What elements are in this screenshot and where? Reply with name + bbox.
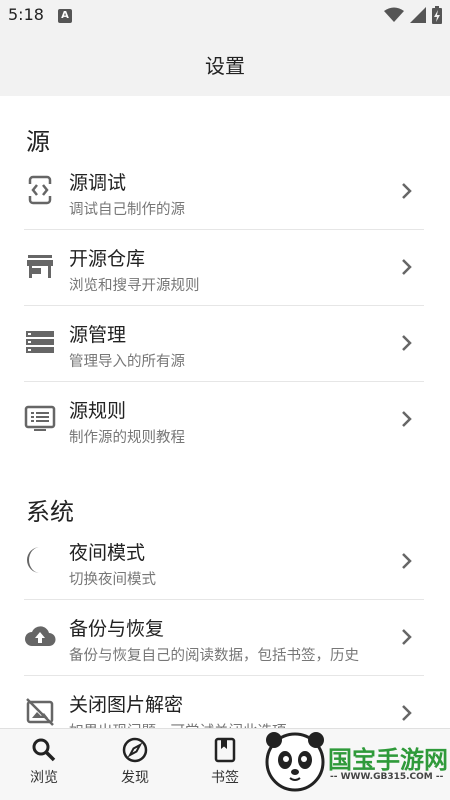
list-storage-icon — [26, 331, 54, 353]
wifi-icon — [384, 7, 404, 22]
item-subtitle: 制作源的规则教程 — [69, 430, 185, 446]
item-subtitle: 调试自己制作的源 — [69, 202, 185, 218]
section-header-source: 源 — [26, 128, 50, 156]
battery-icon — [432, 6, 442, 24]
status-time: 5:18 — [8, 5, 44, 24]
section-header-system: 系统 — [26, 498, 74, 526]
signal-icon — [410, 7, 426, 23]
chevron-right-icon — [402, 411, 412, 427]
code-brackets-icon — [28, 175, 52, 205]
item-subtitle: 如果出现问题，可尝试关闭此选项 — [69, 720, 287, 728]
item-title: 源管理 — [69, 324, 127, 346]
moon-icon — [27, 547, 40, 573]
nav-tab-bookmarks[interactable]: 书签 — [195, 737, 255, 793]
settings-item-source-rules[interactable]: 源规则 制作源的规则教程 — [24, 382, 424, 458]
item-subtitle: 备份与恢复自己的阅读数据，包括书签，历史 — [69, 648, 359, 664]
status-icons — [384, 6, 442, 24]
store-icon — [27, 255, 53, 278]
settings-item-night-mode[interactable]: 夜间模式 切换夜间模式 — [24, 524, 424, 600]
app-bar: 设置 — [0, 32, 450, 96]
chevron-right-icon — [402, 629, 412, 645]
nav-label: 书签 — [211, 770, 239, 786]
document-icon — [24, 405, 56, 431]
item-subtitle: 切换夜间模式 — [69, 572, 156, 588]
bookmark-icon — [214, 737, 236, 763]
status-bar: 5:18 A — [0, 0, 450, 32]
item-title: 源规则 — [69, 400, 127, 422]
watermark-text: 国宝手游网 — [328, 746, 448, 774]
settings-item-source-debug[interactable]: 源调试 调试自己制作的源 — [24, 154, 424, 230]
compass-icon — [122, 737, 148, 763]
settings-list[interactable]: 源 源调试 调试自己制作的源 开源仓库 浏览和搜寻开源规则 源管理 管理导入的所… — [0, 96, 450, 728]
item-subtitle: 浏览和搜寻开源规则 — [69, 278, 200, 294]
item-title: 备份与恢复 — [69, 618, 165, 640]
panda-logo-icon — [265, 732, 325, 792]
nav-tab-discover[interactable]: 发现 — [105, 737, 165, 793]
settings-item-source-manage[interactable]: 源管理 管理导入的所有源 — [24, 306, 424, 382]
nav-label: 发现 — [121, 770, 149, 786]
settings-item-backup-restore[interactable]: 备份与恢复 备份与恢复自己的阅读数据，包括书签，历史 — [24, 600, 424, 676]
nav-label: 浏览 — [30, 770, 58, 786]
settings-item-open-repo[interactable]: 开源仓库 浏览和搜寻开源规则 — [24, 230, 424, 306]
search-icon — [32, 738, 56, 762]
item-title: 源调试 — [69, 172, 127, 194]
watermark-logo: 国宝手游网 -- WWW.GB315.COM -- — [260, 720, 450, 800]
page-title: 设置 — [205, 54, 245, 78]
item-title: 开源仓库 — [69, 248, 146, 270]
nav-tab-browse[interactable]: 浏览 — [14, 737, 74, 793]
chevron-right-icon — [402, 553, 412, 569]
chevron-right-icon — [402, 335, 412, 351]
notification-badge-icon: A — [58, 9, 72, 23]
watermark-url: -- WWW.GB315.COM -- — [330, 772, 444, 782]
cloud-upload-icon — [25, 626, 56, 646]
chevron-right-icon — [402, 259, 412, 275]
item-title: 夜间模式 — [69, 542, 146, 564]
image-off-icon — [26, 698, 54, 726]
chevron-right-icon — [402, 183, 412, 199]
item-title: 关闭图片解密 — [69, 694, 184, 716]
item-subtitle: 管理导入的所有源 — [69, 354, 185, 370]
